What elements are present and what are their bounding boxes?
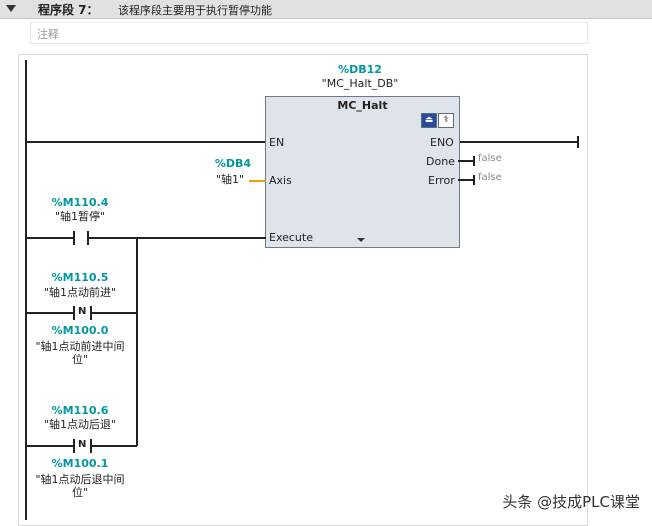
contact1-name[interactable]: "轴1暂停" — [35, 210, 125, 223]
contact3-mem-address[interactable]: %M100.1 — [50, 457, 110, 470]
segment-description[interactable]: 该程序段主要用于执行暂停功能 — [118, 2, 272, 18]
eno-terminator — [577, 136, 579, 148]
contact2-mem-address[interactable]: %M100.0 — [50, 324, 110, 337]
segment-title: 程序段 7： — [38, 3, 99, 17]
mc-halt-block[interactable]: MC_Halt ⏏ ⚕ — [265, 96, 460, 248]
error-terminator — [473, 175, 475, 185]
contact3-mem-name-2[interactable]: 位" — [25, 486, 135, 499]
diagnostics-icon[interactable]: ⚕ — [438, 113, 454, 128]
pin-execute: Execute — [269, 231, 313, 244]
contact2-type: N — [78, 306, 87, 317]
contact2-address[interactable]: %M110.5 — [50, 271, 110, 284]
contact2-bar-left[interactable] — [73, 306, 75, 320]
expand-block-icon[interactable] — [357, 238, 365, 242]
error-wire — [458, 179, 474, 181]
instance-db-address[interactable]: %DB12 — [330, 63, 390, 76]
pin-done: Done — [426, 155, 455, 168]
axis-wire — [249, 180, 266, 182]
pin-axis: Axis — [269, 174, 292, 187]
done-wire — [458, 160, 474, 162]
contact2-mem-name-2[interactable]: 位" — [25, 353, 135, 366]
contact2-wire-right — [91, 312, 137, 314]
pin-eno: ENO — [430, 136, 454, 149]
error-value: false — [478, 172, 502, 183]
contact3-bar-left[interactable] — [73, 439, 75, 453]
done-value: false — [478, 153, 502, 164]
contact2-name[interactable]: "轴1点动前进" — [25, 286, 135, 299]
contact2-mem-name-1[interactable]: "轴1点动前进中间 — [25, 340, 135, 353]
contact3-type: N — [78, 439, 87, 450]
collapse-triangle-icon[interactable] — [6, 5, 16, 12]
contact2-wire-left — [26, 312, 74, 314]
instance-db-name[interactable]: "MC_Halt_DB" — [305, 77, 415, 90]
network-header[interactable]: 程序段 7： 该程序段主要用于执行暂停功能 — [0, 0, 652, 19]
en-wire — [26, 141, 266, 143]
contact3-mem-name-1[interactable]: "轴1点动后退中间 — [25, 473, 135, 486]
comment-placeholder: 注释 — [37, 28, 59, 41]
eno-wire — [458, 141, 578, 143]
pin-en: EN — [269, 136, 285, 149]
contact3-wire-left — [26, 445, 74, 447]
contact1-address[interactable]: %M110.4 — [50, 196, 110, 209]
pin-error: Error — [428, 174, 455, 187]
axis-db-address[interactable]: %DB4 — [206, 157, 260, 170]
contact3-name[interactable]: "轴1点动后退" — [25, 418, 135, 431]
done-terminator — [473, 156, 475, 166]
branch-wire — [136, 237, 138, 446]
axis-db-name[interactable]: "轴1" — [206, 173, 254, 186]
contact3-wire-right — [91, 445, 137, 447]
contact3-address[interactable]: %M110.6 — [50, 404, 110, 417]
block-config-icon[interactable]: ⏏ — [421, 113, 437, 128]
execute-wire — [88, 237, 266, 239]
block-title: MC_Halt — [337, 99, 388, 112]
contact1-bar-left[interactable] — [73, 231, 75, 245]
contact1-wire-left — [26, 237, 74, 239]
watermark: 头条 @技成PLC课堂 — [502, 493, 640, 511]
comment-field[interactable]: 注释 — [30, 22, 588, 44]
